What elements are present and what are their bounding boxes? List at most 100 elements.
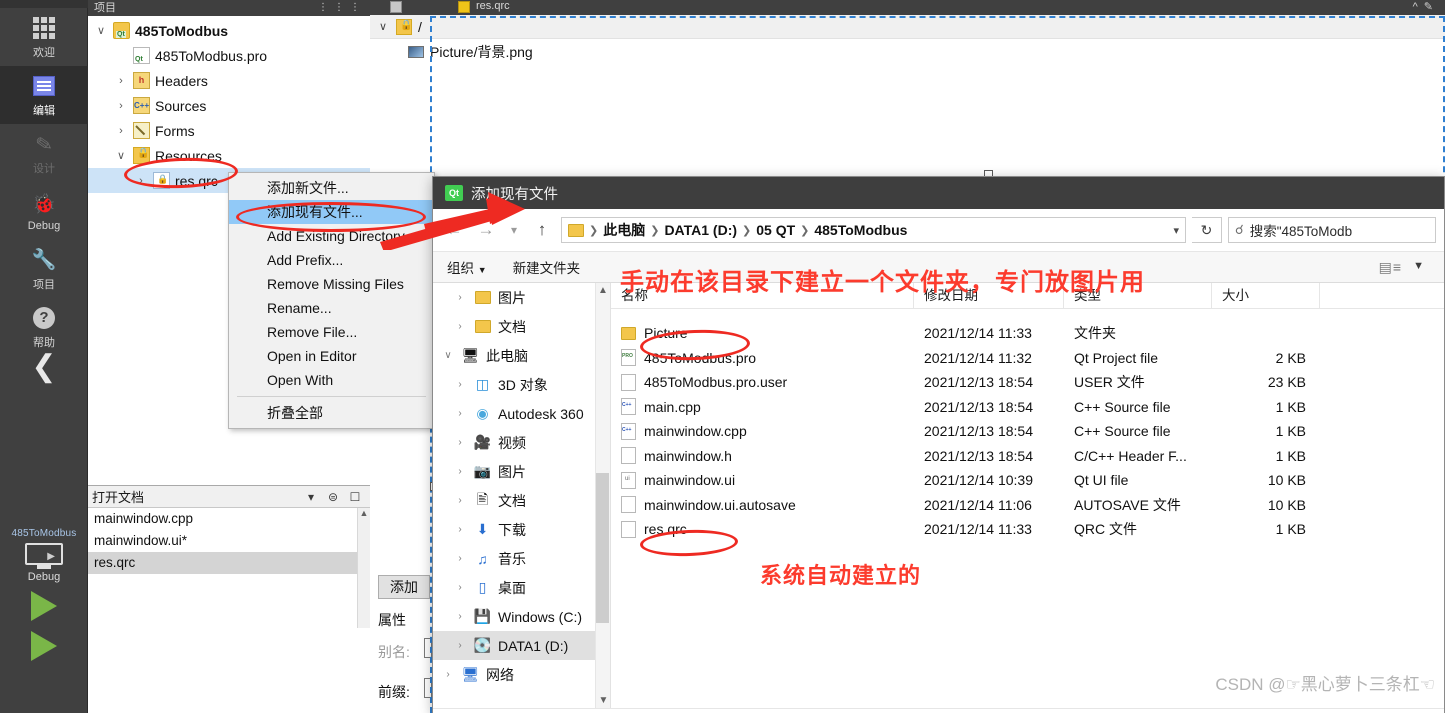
editor-tab-actions[interactable]: ^✎: [1413, 0, 1439, 13]
column-header-size[interactable]: 大小: [1212, 282, 1320, 309]
mode-item-help[interactable]: ? 帮助: [0, 298, 88, 356]
chevron-right-icon[interactable]: ›: [453, 408, 467, 419]
menu-item-open-with[interactable]: Open With: [229, 368, 434, 392]
table-row[interactable]: res.qrc 2021/12/14 11:33 QRC 文件 1 KB: [611, 517, 1444, 542]
chevron-right-icon[interactable]: ›: [114, 125, 128, 137]
nav-item-windows-c[interactable]: › 💾 Windows (C:): [433, 602, 610, 631]
alias-field[interactable]: [424, 638, 432, 658]
nav-item-desktop[interactable]: › ▯ 桌面: [433, 573, 610, 602]
menu-item-collapse-all[interactable]: 折叠全部: [229, 401, 434, 425]
table-row[interactable]: main.cpp 2021/12/13 18:54 C++ Source fil…: [611, 395, 1444, 420]
column-header-name[interactable]: 名称: [611, 282, 914, 309]
tree-item-resources[interactable]: ∨ Resources: [88, 143, 370, 168]
menu-item-add-existing-file[interactable]: 添加现有文件...: [229, 200, 434, 224]
mode-item-design[interactable]: ✎ 设计: [0, 124, 88, 182]
run-triangle-icon[interactable]: [31, 591, 57, 621]
tree-item-sources[interactable]: › C++ Sources: [88, 93, 370, 118]
chevron-right-icon[interactable]: ›: [453, 292, 467, 303]
qrc-prefix-node[interactable]: ∨ /: [370, 15, 1445, 39]
breadcrumb-item[interactable]: 485ToModbus: [814, 222, 907, 238]
panel-header-icons[interactable]: ⋮⋮⋮: [318, 0, 366, 16]
arrow-up-icon[interactable]: ↑: [529, 217, 555, 243]
mode-item-projects[interactable]: 🔧 项目: [0, 240, 88, 298]
nav-item-pictures[interactable]: › 📷 图片: [433, 457, 610, 486]
organize-button[interactable]: 组织 ▼: [447, 257, 487, 277]
view-list-icon[interactable]: ▤≡: [1379, 259, 1402, 276]
arrow-left-icon[interactable]: ←: [441, 217, 467, 243]
nav-item-downloads[interactable]: › ⬇ 下载: [433, 515, 610, 544]
editor-tab-label[interactable]: res.qrc: [476, 0, 510, 12]
chevron-right-icon[interactable]: ›: [114, 75, 128, 87]
mode-item-debug[interactable]: 🐞 Debug: [0, 182, 88, 240]
menu-item-remove-missing-files[interactable]: Remove Missing Files: [229, 272, 434, 296]
nav-item-autodesk-360[interactable]: › ◉ Autodesk 360: [433, 399, 610, 428]
chevron-down-icon[interactable]: ∨: [441, 350, 455, 361]
nav-item-data1-d[interactable]: › 💽 DATA1 (D:): [433, 631, 610, 660]
new-folder-button[interactable]: 新建文件夹: [513, 257, 581, 277]
chevron-down-icon[interactable]: ∨: [376, 20, 390, 33]
nav-item-documents-quick[interactable]: › 文档: [433, 312, 610, 341]
open-doc-item[interactable]: mainwindow.cpp: [88, 508, 370, 530]
arrow-right-icon[interactable]: →: [473, 217, 499, 243]
chevron-right-icon[interactable]: ›: [453, 640, 467, 651]
debug-run-triangle-icon[interactable]: [31, 631, 57, 661]
menu-item-open-in-editor[interactable]: Open in Editor: [229, 344, 434, 368]
breadcrumb-item[interactable]: DATA1 (D:): [664, 222, 737, 238]
table-row[interactable]: mainwindow.cpp 2021/12/13 18:54 C++ Sour…: [611, 419, 1444, 444]
chevron-down-icon[interactable]: ∨: [114, 149, 128, 162]
nav-item-music[interactable]: › ♫ 音乐: [433, 544, 610, 573]
table-row[interactable]: Picture 2021/12/14 11:33 文件夹: [611, 321, 1444, 346]
nav-tree-scrollbar[interactable]: ▲ ▼: [595, 283, 610, 708]
chevron-right-icon[interactable]: ›: [453, 495, 467, 506]
table-row[interactable]: 485ToModbus.pro 2021/12/14 11:32 Qt Proj…: [611, 346, 1444, 371]
chevron-left-icon[interactable]: ❮: [0, 352, 88, 382]
scroll-up-icon[interactable]: ▲: [358, 508, 370, 518]
breadcrumb-item[interactable]: 05 QT: [756, 222, 795, 238]
qrc-file-node[interactable]: Picture/背景.png: [370, 39, 1445, 65]
menu-item-add-prefix[interactable]: Add Prefix...: [229, 248, 434, 272]
scroll-up-icon[interactable]: ▲: [596, 283, 610, 296]
column-header-type[interactable]: 类型: [1064, 282, 1212, 309]
table-row[interactable]: 485ToModbus.pro.user 2021/12/13 18:54 US…: [611, 370, 1444, 395]
tree-item-pro-file[interactable]: 485ToModbus.pro: [88, 43, 370, 68]
refresh-icon[interactable]: ↻: [1192, 217, 1222, 243]
menu-item-remove-file[interactable]: Remove File...: [229, 320, 434, 344]
nav-item-this-pc[interactable]: ∨ 🖥 此电脑: [433, 341, 610, 370]
tree-item-forms[interactable]: › Forms: [88, 118, 370, 143]
kit-selector[interactable]: 485ToModbus ▶ Debug: [0, 528, 88, 661]
column-header-date[interactable]: 修改日期: [914, 282, 1064, 309]
scroll-down-icon[interactable]: ▼: [596, 695, 610, 706]
tree-item-headers[interactable]: › h Headers: [88, 68, 370, 93]
chevron-right-icon[interactable]: ›: [453, 379, 467, 390]
nav-item-videos[interactable]: › 🎥 视频: [433, 428, 610, 457]
table-row[interactable]: mainwindow.ui.autosave 2021/12/14 11:06 …: [611, 493, 1444, 518]
chevron-right-icon[interactable]: ›: [453, 321, 467, 332]
chevron-right-icon[interactable]: ›: [453, 611, 467, 622]
search-input[interactable]: ☌ 搜索"485ToModb: [1228, 217, 1436, 243]
nav-item-3d-objects[interactable]: › ◫ 3D 对象: [433, 370, 610, 399]
menu-item-add-new-file[interactable]: 添加新文件...: [229, 176, 434, 200]
table-row[interactable]: mainwindow.h 2021/12/13 18:54 C/C++ Head…: [611, 444, 1444, 469]
chevron-right-icon[interactable]: ›: [453, 524, 467, 535]
chevron-right-icon[interactable]: ›: [441, 669, 455, 680]
chevron-right-icon[interactable]: ›: [453, 582, 467, 593]
mode-item-welcome[interactable]: 欢迎: [0, 8, 88, 66]
table-row[interactable]: mainwindow.ui 2021/12/14 10:39 Qt UI fil…: [611, 468, 1444, 493]
chevron-down-icon[interactable]: ▾: [505, 217, 523, 243]
chevron-right-icon[interactable]: ›: [453, 553, 467, 564]
open-doc-item[interactable]: res.qrc: [88, 552, 370, 574]
chevron-down-icon[interactable]: ▾: [1173, 224, 1179, 237]
chevron-down-icon[interactable]: ∨: [94, 24, 108, 37]
open-documents-scrollbar[interactable]: ▲: [357, 508, 370, 628]
menu-item-rename[interactable]: Rename...: [229, 296, 434, 320]
chevron-down-icon[interactable]: ▼: [1413, 260, 1424, 272]
prefix-field[interactable]: [424, 678, 432, 698]
split-view-icon[interactable]: ⊜: [322, 490, 344, 504]
scrollbar-thumb[interactable]: [596, 473, 609, 623]
add-button[interactable]: 添加: [378, 575, 430, 599]
open-doc-item[interactable]: mainwindow.ui*: [88, 530, 370, 552]
chevron-right-icon[interactable]: ›: [134, 175, 148, 187]
tree-item-485tomodbus[interactable]: ∨ 485ToModbus: [88, 18, 370, 43]
nav-item-documents[interactable]: › 🖹 文档: [433, 486, 610, 515]
menu-item-add-existing-directory[interactable]: Add Existing Directory...: [229, 224, 434, 248]
